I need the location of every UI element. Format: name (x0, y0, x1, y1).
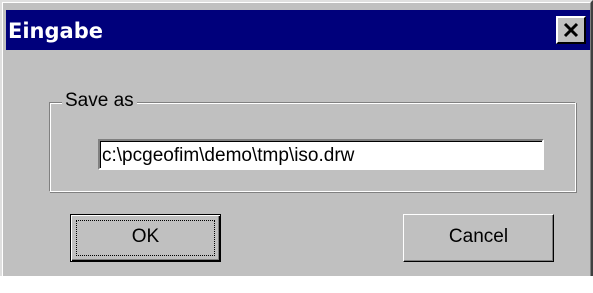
ok-button-label: OK (131, 226, 160, 247)
window-title: Eingabe (8, 19, 103, 43)
title-bar[interactable]: Eingabe (6, 10, 590, 50)
close-icon (563, 22, 579, 38)
ok-button[interactable]: OK (70, 214, 221, 262)
save-path-input[interactable] (98, 139, 544, 170)
save-as-label: Save as (62, 90, 137, 112)
close-button[interactable] (556, 16, 586, 44)
dialog-window: Eingabe Save as OK Cancel (0, 0, 593, 276)
cancel-button-label: Cancel (448, 226, 509, 247)
cancel-button[interactable]: Cancel (403, 214, 554, 262)
